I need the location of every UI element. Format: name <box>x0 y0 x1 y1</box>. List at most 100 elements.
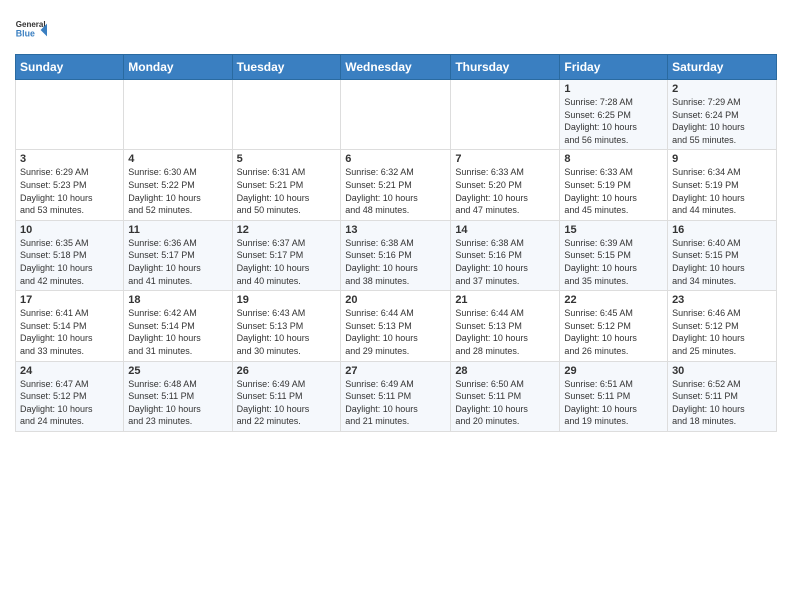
day-info: Sunrise: 6:31 AM Sunset: 5:21 PM Dayligh… <box>237 166 337 216</box>
day-number: 8 <box>564 153 663 165</box>
day-cell: 10Sunrise: 6:35 AM Sunset: 5:18 PM Dayli… <box>16 220 124 290</box>
day-cell: 22Sunrise: 6:45 AM Sunset: 5:12 PM Dayli… <box>560 291 668 361</box>
page: GeneralBlue SundayMondayTuesdayWednesday… <box>0 0 792 447</box>
day-number: 19 <box>237 294 337 306</box>
day-number: 7 <box>455 153 555 165</box>
day-cell: 29Sunrise: 6:51 AM Sunset: 5:11 PM Dayli… <box>560 361 668 431</box>
day-number: 12 <box>237 224 337 236</box>
day-cell: 16Sunrise: 6:40 AM Sunset: 5:15 PM Dayli… <box>668 220 777 290</box>
weekday-header-saturday: Saturday <box>668 55 777 80</box>
day-cell: 18Sunrise: 6:42 AM Sunset: 5:14 PM Dayli… <box>124 291 232 361</box>
day-number: 20 <box>345 294 446 306</box>
day-info: Sunrise: 7:29 AM Sunset: 6:24 PM Dayligh… <box>672 96 772 146</box>
svg-text:General: General <box>16 20 46 29</box>
day-number: 1 <box>564 83 663 95</box>
day-cell: 25Sunrise: 6:48 AM Sunset: 5:11 PM Dayli… <box>124 361 232 431</box>
day-cell: 21Sunrise: 6:44 AM Sunset: 5:13 PM Dayli… <box>451 291 560 361</box>
day-cell: 24Sunrise: 6:47 AM Sunset: 5:12 PM Dayli… <box>16 361 124 431</box>
day-info: Sunrise: 6:39 AM Sunset: 5:15 PM Dayligh… <box>564 237 663 287</box>
day-number: 18 <box>128 294 227 306</box>
day-info: Sunrise: 6:44 AM Sunset: 5:13 PM Dayligh… <box>455 307 555 357</box>
day-number: 24 <box>20 365 119 377</box>
day-cell: 20Sunrise: 6:44 AM Sunset: 5:13 PM Dayli… <box>341 291 451 361</box>
weekday-header-thursday: Thursday <box>451 55 560 80</box>
day-cell: 6Sunrise: 6:32 AM Sunset: 5:21 PM Daylig… <box>341 150 451 220</box>
day-cell: 14Sunrise: 6:38 AM Sunset: 5:16 PM Dayli… <box>451 220 560 290</box>
day-info: Sunrise: 6:37 AM Sunset: 5:17 PM Dayligh… <box>237 237 337 287</box>
day-cell: 13Sunrise: 6:38 AM Sunset: 5:16 PM Dayli… <box>341 220 451 290</box>
day-info: Sunrise: 6:35 AM Sunset: 5:18 PM Dayligh… <box>20 237 119 287</box>
day-cell <box>124 80 232 150</box>
day-number: 2 <box>672 83 772 95</box>
weekday-header-monday: Monday <box>124 55 232 80</box>
day-info: Sunrise: 6:30 AM Sunset: 5:22 PM Dayligh… <box>128 166 227 216</box>
day-number: 13 <box>345 224 446 236</box>
day-info: Sunrise: 6:43 AM Sunset: 5:13 PM Dayligh… <box>237 307 337 357</box>
day-cell: 26Sunrise: 6:49 AM Sunset: 5:11 PM Dayli… <box>232 361 341 431</box>
day-number: 11 <box>128 224 227 236</box>
week-row-5: 24Sunrise: 6:47 AM Sunset: 5:12 PM Dayli… <box>16 361 777 431</box>
day-info: Sunrise: 6:41 AM Sunset: 5:14 PM Dayligh… <box>20 307 119 357</box>
weekday-header-tuesday: Tuesday <box>232 55 341 80</box>
day-cell: 3Sunrise: 6:29 AM Sunset: 5:23 PM Daylig… <box>16 150 124 220</box>
day-cell: 5Sunrise: 6:31 AM Sunset: 5:21 PM Daylig… <box>232 150 341 220</box>
day-cell <box>341 80 451 150</box>
day-info: Sunrise: 6:32 AM Sunset: 5:21 PM Dayligh… <box>345 166 446 216</box>
logo: GeneralBlue <box>15 14 49 46</box>
day-cell: 8Sunrise: 6:33 AM Sunset: 5:19 PM Daylig… <box>560 150 668 220</box>
day-number: 28 <box>455 365 555 377</box>
day-number: 4 <box>128 153 227 165</box>
day-number: 3 <box>20 153 119 165</box>
day-number: 26 <box>237 365 337 377</box>
day-info: Sunrise: 6:50 AM Sunset: 5:11 PM Dayligh… <box>455 378 555 428</box>
week-row-3: 10Sunrise: 6:35 AM Sunset: 5:18 PM Dayli… <box>16 220 777 290</box>
day-cell: 17Sunrise: 6:41 AM Sunset: 5:14 PM Dayli… <box>16 291 124 361</box>
calendar: SundayMondayTuesdayWednesdayThursdayFrid… <box>15 54 777 432</box>
day-number: 16 <box>672 224 772 236</box>
week-row-2: 3Sunrise: 6:29 AM Sunset: 5:23 PM Daylig… <box>16 150 777 220</box>
day-number: 17 <box>20 294 119 306</box>
day-info: Sunrise: 6:46 AM Sunset: 5:12 PM Dayligh… <box>672 307 772 357</box>
day-info: Sunrise: 6:47 AM Sunset: 5:12 PM Dayligh… <box>20 378 119 428</box>
day-cell: 7Sunrise: 6:33 AM Sunset: 5:20 PM Daylig… <box>451 150 560 220</box>
weekday-header-wednesday: Wednesday <box>341 55 451 80</box>
day-number: 23 <box>672 294 772 306</box>
day-number: 29 <box>564 365 663 377</box>
day-cell: 1Sunrise: 7:28 AM Sunset: 6:25 PM Daylig… <box>560 80 668 150</box>
day-cell <box>232 80 341 150</box>
day-info: Sunrise: 6:42 AM Sunset: 5:14 PM Dayligh… <box>128 307 227 357</box>
day-info: Sunrise: 6:45 AM Sunset: 5:12 PM Dayligh… <box>564 307 663 357</box>
day-number: 14 <box>455 224 555 236</box>
day-cell: 28Sunrise: 6:50 AM Sunset: 5:11 PM Dayli… <box>451 361 560 431</box>
day-cell: 11Sunrise: 6:36 AM Sunset: 5:17 PM Dayli… <box>124 220 232 290</box>
svg-text:Blue: Blue <box>16 28 35 38</box>
day-number: 10 <box>20 224 119 236</box>
day-info: Sunrise: 6:51 AM Sunset: 5:11 PM Dayligh… <box>564 378 663 428</box>
day-cell: 4Sunrise: 6:30 AM Sunset: 5:22 PM Daylig… <box>124 150 232 220</box>
day-number: 30 <box>672 365 772 377</box>
day-number: 22 <box>564 294 663 306</box>
weekday-header-sunday: Sunday <box>16 55 124 80</box>
day-info: Sunrise: 7:28 AM Sunset: 6:25 PM Dayligh… <box>564 96 663 146</box>
day-info: Sunrise: 6:33 AM Sunset: 5:20 PM Dayligh… <box>455 166 555 216</box>
week-row-4: 17Sunrise: 6:41 AM Sunset: 5:14 PM Dayli… <box>16 291 777 361</box>
day-cell: 9Sunrise: 6:34 AM Sunset: 5:19 PM Daylig… <box>668 150 777 220</box>
weekday-header-friday: Friday <box>560 55 668 80</box>
weekday-header-row: SundayMondayTuesdayWednesdayThursdayFrid… <box>16 55 777 80</box>
day-number: 6 <box>345 153 446 165</box>
day-cell: 27Sunrise: 6:49 AM Sunset: 5:11 PM Dayli… <box>341 361 451 431</box>
day-info: Sunrise: 6:49 AM Sunset: 5:11 PM Dayligh… <box>237 378 337 428</box>
day-number: 25 <box>128 365 227 377</box>
day-cell: 23Sunrise: 6:46 AM Sunset: 5:12 PM Dayli… <box>668 291 777 361</box>
day-cell: 12Sunrise: 6:37 AM Sunset: 5:17 PM Dayli… <box>232 220 341 290</box>
day-info: Sunrise: 6:34 AM Sunset: 5:19 PM Dayligh… <box>672 166 772 216</box>
day-info: Sunrise: 6:49 AM Sunset: 5:11 PM Dayligh… <box>345 378 446 428</box>
day-cell: 19Sunrise: 6:43 AM Sunset: 5:13 PM Dayli… <box>232 291 341 361</box>
day-info: Sunrise: 6:38 AM Sunset: 5:16 PM Dayligh… <box>345 237 446 287</box>
day-info: Sunrise: 6:48 AM Sunset: 5:11 PM Dayligh… <box>128 378 227 428</box>
day-number: 21 <box>455 294 555 306</box>
day-cell: 30Sunrise: 6:52 AM Sunset: 5:11 PM Dayli… <box>668 361 777 431</box>
day-cell <box>451 80 560 150</box>
day-info: Sunrise: 6:52 AM Sunset: 5:11 PM Dayligh… <box>672 378 772 428</box>
day-number: 27 <box>345 365 446 377</box>
